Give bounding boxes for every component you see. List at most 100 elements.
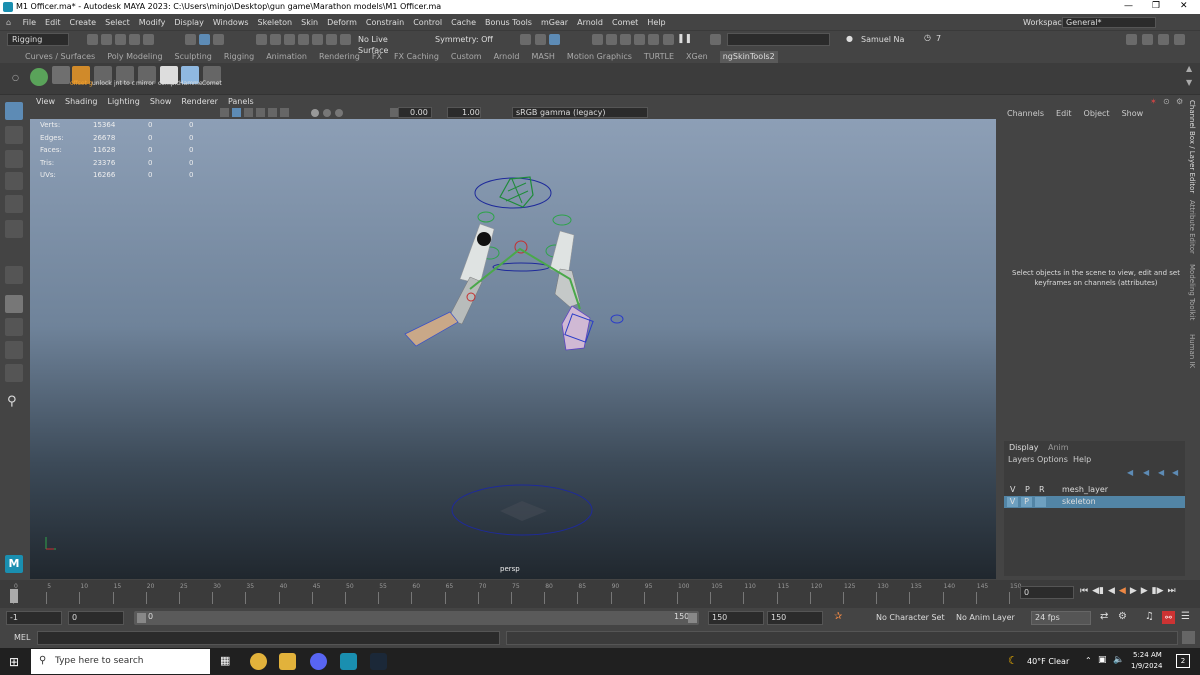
tool-settings-toggle-icon[interactable]	[1158, 34, 1169, 45]
four-view-layout-icon[interactable]	[5, 318, 23, 336]
select-object-icon[interactable]	[199, 34, 210, 45]
range-start-handle[interactable]	[137, 613, 146, 623]
layer-name[interactable]: skeleton	[1062, 496, 1096, 508]
exposure-field[interactable]: 0.00	[398, 107, 432, 118]
user-menu[interactable]: Samuel Na	[856, 33, 920, 46]
layer-row-skeleton[interactable]: V P skeleton	[1004, 496, 1185, 508]
shelf-scroll-up-icon[interactable]: ▲	[1186, 64, 1192, 73]
channel-box-settings-icon[interactable]: ⚙	[1176, 97, 1183, 106]
layer-visibility-toggle[interactable]: V	[1007, 497, 1018, 507]
shelf-tab-rendering[interactable]: Rendering	[319, 51, 360, 63]
redo-icon[interactable]	[143, 34, 154, 45]
undo-icon[interactable]	[129, 34, 140, 45]
arnold-light-icon[interactable]	[663, 34, 674, 45]
scene-start-field[interactable]: -1	[6, 611, 62, 625]
playback-end-field[interactable]: 150	[708, 611, 764, 625]
windows-start-icon[interactable]: ⊞	[9, 655, 19, 669]
channel-box-help-icon[interactable]: ⊙	[1163, 97, 1170, 106]
rotate-tool-icon[interactable]	[5, 195, 23, 213]
shelf-tab-custom[interactable]: Custom	[451, 51, 482, 63]
scene-end-field[interactable]: 150	[767, 611, 823, 625]
channel-box-pin-icon[interactable]: ✶	[1150, 97, 1157, 106]
menuset-select[interactable]: Rigging	[7, 33, 69, 46]
ipr-render-icon[interactable]	[592, 34, 603, 45]
side-tab-human-ik[interactable]: Human IK	[1188, 334, 1196, 368]
step-back-icon[interactable]: ◀▮	[1092, 586, 1104, 596]
viewport-menu-renderer[interactable]: Renderer	[181, 96, 218, 107]
tab-anim[interactable]: Anim	[1048, 443, 1069, 452]
gamma-field[interactable]: 1.00	[447, 107, 481, 118]
shelf-menu-icon[interactable]: ○	[12, 73, 19, 82]
user-icon[interactable]: ●	[846, 34, 853, 43]
menu-arnold[interactable]: Arnold	[577, 14, 603, 31]
chrome-icon[interactable]	[250, 653, 267, 670]
play-backward-icon[interactable]: ◀	[1119, 586, 1126, 596]
outliner-layout-icon[interactable]	[5, 364, 23, 382]
viewport-menu-panels[interactable]: Panels	[228, 96, 254, 107]
shelf-tab-animation[interactable]: Animation	[266, 51, 307, 63]
pause-icon[interactable]: ❚❚	[677, 34, 692, 45]
channel-box-menu-channels[interactable]: Channels	[1007, 109, 1044, 118]
character-set-select[interactable]: No Character Set	[876, 613, 945, 622]
shelf-tab-curves-surfaces[interactable]: Curves / Surfaces	[25, 51, 95, 63]
lasso-tool-icon[interactable]	[5, 126, 23, 144]
range-end-handle[interactable]	[688, 613, 697, 623]
menu-windows[interactable]: Windows	[213, 14, 249, 31]
sound-icon[interactable]: ♫	[1145, 611, 1154, 622]
clock-time[interactable]: 5:24 AM	[1133, 651, 1162, 659]
command-input[interactable]	[37, 631, 500, 645]
skin-tools-icon[interactable]	[30, 68, 48, 86]
menu-deform[interactable]: Deform	[327, 14, 357, 31]
snap-view-icon[interactable]	[298, 34, 309, 45]
new-scene-icon[interactable]	[87, 34, 98, 45]
menu-constrain[interactable]: Constrain	[366, 14, 404, 31]
taskbar-search-input[interactable]: Type here to search	[31, 649, 210, 674]
arnold-ipr-icon[interactable]	[648, 34, 659, 45]
select-hierarchy-icon[interactable]	[185, 34, 196, 45]
go-to-end-icon[interactable]: ⏭	[1168, 586, 1176, 596]
weather-text[interactable]: 40°F Clear	[1027, 657, 1069, 666]
task-view-icon[interactable]: ▦	[220, 654, 230, 667]
volume-icon[interactable]: 🔈	[1113, 655, 1124, 665]
menu-bonus-tools[interactable]: Bonus Tools	[485, 14, 532, 31]
attribute-editor-toggle-icon[interactable]	[1142, 34, 1153, 45]
shelf-tab-turtle[interactable]: TURTLE	[644, 51, 674, 63]
snap-surface-icon[interactable]	[312, 34, 323, 45]
scale-tool-icon[interactable]	[5, 220, 23, 238]
menu-edit[interactable]: Edit	[45, 14, 61, 31]
maya-home-logo-icon[interactable]: M	[5, 555, 23, 573]
channel-box-menu-object[interactable]: Object	[1084, 109, 1110, 118]
side-tab-channel-box[interactable]: Channel Box / Layer Editor	[1188, 100, 1196, 193]
snap-vertex-icon[interactable]	[326, 34, 337, 45]
maya-taskbar-icon[interactable]	[340, 653, 357, 670]
auto-keyframe-toggle-icon[interactable]: ⚯	[1162, 611, 1175, 624]
construction-history-icon[interactable]	[520, 34, 531, 45]
menu-file[interactable]: File	[23, 14, 36, 31]
two-pane-layout-icon[interactable]	[5, 341, 23, 359]
render-settings-icon[interactable]	[606, 34, 617, 45]
show-hidden-icons-icon[interactable]: ⌃	[1085, 656, 1092, 665]
network-icon[interactable]: ▣	[1098, 655, 1107, 665]
shelf-tab-arnold[interactable]: Arnold	[494, 51, 520, 63]
paint-select-tool-icon[interactable]	[5, 150, 23, 168]
menu-skin[interactable]: Skin	[301, 14, 318, 31]
viewport-menu-shading[interactable]: Shading	[65, 96, 98, 107]
snap-grid-icon[interactable]	[256, 34, 267, 45]
arnold-render-icon[interactable]	[634, 34, 645, 45]
viewport-menu-lighting[interactable]: Lighting	[107, 96, 139, 107]
select-tool-icon[interactable]	[5, 102, 23, 120]
menu-create[interactable]: Create	[70, 14, 97, 31]
shelf-tab-fx[interactable]: FX	[372, 51, 382, 63]
move-layer-down-icon[interactable]: ◀	[1143, 468, 1149, 477]
channel-box-toggle-icon[interactable]	[1174, 34, 1185, 45]
discord-icon[interactable]	[310, 653, 327, 670]
maximize-icon[interactable]: ❐	[1152, 1, 1160, 11]
step-forward-icon[interactable]: ▮▶	[1152, 586, 1164, 596]
menu-mgear[interactable]: mGear	[541, 14, 568, 31]
menu-cache[interactable]: Cache	[451, 14, 476, 31]
shelf-tab-ngskintools2[interactable]: ngSkinTools2	[719, 51, 778, 63]
select-component-icon[interactable]	[213, 34, 224, 45]
new-empty-layer-icon[interactable]: ◀	[1158, 468, 1164, 477]
new-layer-selected-icon[interactable]: ◀	[1172, 468, 1178, 477]
menu-comet[interactable]: Comet	[612, 14, 638, 31]
